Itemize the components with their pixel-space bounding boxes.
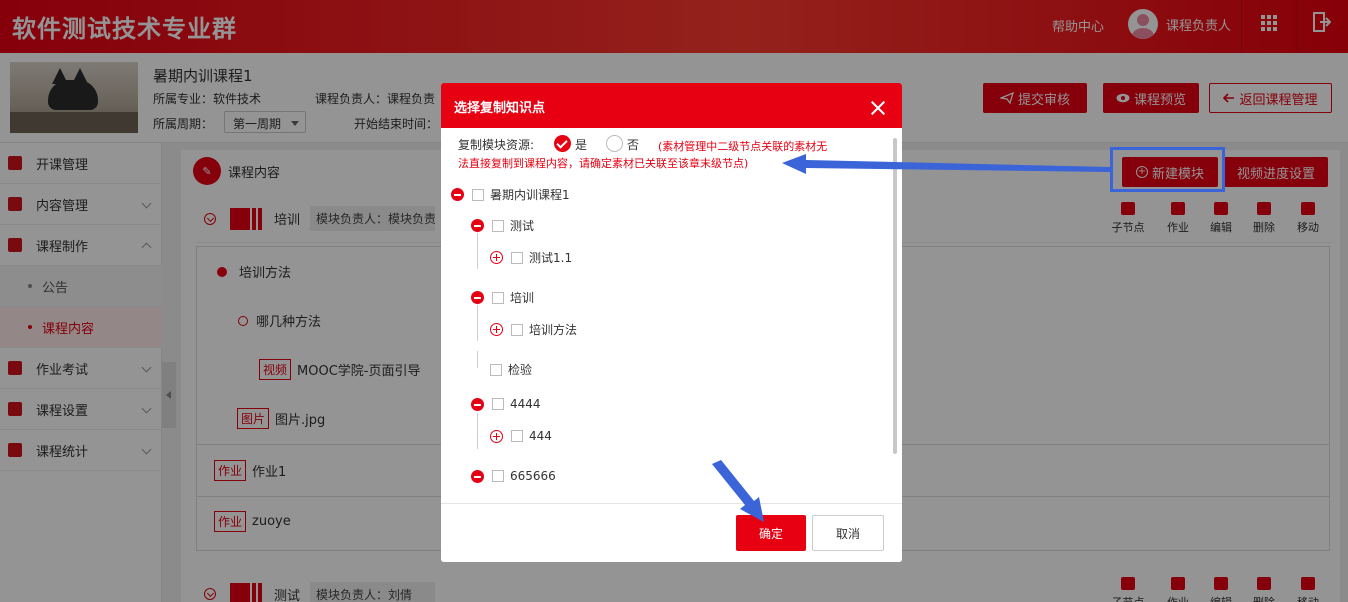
checkbox[interactable]	[490, 363, 502, 376]
copy-note-line1: (素材管理中二级节点关联的素材无	[658, 140, 828, 153]
tree-node[interactable]: 培训方法	[490, 321, 577, 338]
copy-note-line2: 法直接复制到课程内容，请确定素材已关联至该章末级节点)	[458, 157, 749, 170]
radio-no[interactable]	[606, 135, 623, 152]
checkbox[interactable]	[472, 188, 484, 201]
expand-icon[interactable]	[490, 323, 503, 336]
collapse-icon[interactable]	[471, 469, 484, 483]
radio-yes-label: 是	[575, 138, 588, 152]
tree-node[interactable]: 培训	[471, 289, 534, 306]
tree-node[interactable]: 4444	[471, 397, 541, 411]
tree-node[interactable]: 444	[490, 429, 552, 443]
radio-yes[interactable]	[554, 135, 571, 152]
checkbox[interactable]	[511, 251, 523, 264]
tree-node[interactable]: 检验	[490, 361, 532, 378]
tree-line	[477, 351, 478, 368]
copy-knowledge-dialog: 选择复制知识点 复制模块资源: 是 否 (素材管理中二级节点关联的素材无 法直接…	[441, 83, 902, 562]
radio-no-label: 否	[627, 138, 640, 152]
checkbox[interactable]	[511, 323, 523, 336]
collapse-icon[interactable]	[471, 291, 484, 304]
collapse-icon[interactable]	[471, 219, 484, 232]
tree-node-root[interactable]: 暑期内训课程1	[451, 186, 570, 203]
dialog-title: 选择复制知识点	[454, 101, 546, 116]
dialog-footer: 确定 取消	[441, 503, 902, 562]
confirm-button[interactable]: 确定	[736, 515, 806, 551]
checkbox[interactable]	[492, 398, 504, 410]
tree-node[interactable]: 测试1.1	[490, 249, 572, 266]
tree-node[interactable]: 测试	[471, 217, 534, 234]
copy-resource-label: 复制模块资源:	[458, 138, 535, 152]
tree-line	[477, 305, 478, 341]
checkbox[interactable]	[492, 291, 504, 304]
tree-line	[477, 413, 478, 449]
expand-icon[interactable]	[490, 251, 503, 264]
dialog-scrollbar[interactable]	[891, 135, 899, 454]
tree-node[interactable]: 665666	[471, 469, 556, 483]
collapse-icon[interactable]	[471, 397, 484, 411]
checkbox[interactable]	[511, 430, 523, 442]
checkbox[interactable]	[492, 219, 504, 232]
expand-icon[interactable]	[490, 429, 503, 443]
annotation-highlight-box	[1110, 147, 1225, 192]
tree-line	[477, 233, 478, 269]
collapse-icon[interactable]	[451, 188, 464, 201]
scrollbar-thumb[interactable]	[893, 138, 897, 454]
dialog-header: 选择复制知识点	[441, 83, 902, 128]
cancel-button[interactable]: 取消	[812, 515, 884, 551]
close-icon[interactable]	[871, 101, 885, 115]
checkbox[interactable]	[492, 470, 504, 482]
